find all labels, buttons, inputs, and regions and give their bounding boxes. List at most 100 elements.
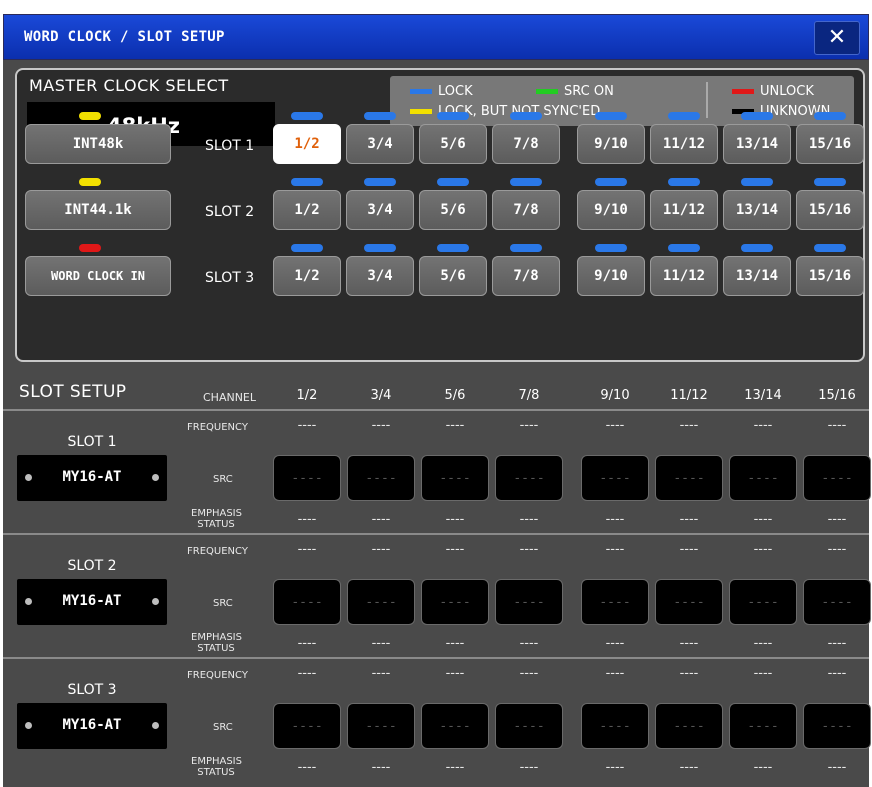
frequency-value: ---- — [753, 542, 773, 557]
frequency-value: ---- — [297, 666, 317, 681]
channel-lock-indicator — [437, 244, 469, 252]
emphasis-status-label: EMPHASIS STATUS — [191, 632, 242, 654]
channel-lock-indicator — [291, 112, 323, 120]
emphasis-value: ---- — [297, 760, 317, 775]
slot-name: SLOT 1 — [67, 434, 117, 450]
legend-unlock-swatch — [732, 89, 754, 94]
emphasis-value: ---- — [827, 636, 847, 651]
channel-lock-indicator — [741, 244, 773, 252]
slot-channel-button[interactable]: 3/4 — [346, 124, 414, 164]
title-bar: WORD CLOCK / SLOT SETUP ✕ — [3, 14, 869, 60]
slot-channel-button[interactable]: 13/14 — [723, 190, 791, 230]
dialog-body: MASTER CLOCK SELECT 48kHz LOCK SRC ON LO… — [3, 60, 871, 787]
frequency-value: ---- — [297, 542, 317, 557]
frequency-label: FREQUENCY — [187, 422, 248, 433]
legend-lock: LOCK — [410, 84, 473, 99]
slot-channel-button[interactable]: 9/10 — [577, 124, 645, 164]
src-button[interactable]: ---- — [273, 455, 341, 501]
src-button[interactable]: ---- — [273, 579, 341, 625]
src-button[interactable]: ---- — [581, 703, 649, 749]
slot-channel-button[interactable]: 5/6 — [419, 256, 487, 296]
src-button[interactable]: ---- — [803, 579, 871, 625]
src-button[interactable]: ---- — [421, 579, 489, 625]
slot-channel-button[interactable]: 15/16 — [796, 124, 864, 164]
emphasis-value: ---- — [371, 636, 391, 651]
src-button[interactable]: ---- — [729, 455, 797, 501]
src-button[interactable]: ---- — [729, 579, 797, 625]
frequency-value: ---- — [445, 666, 465, 681]
slot-channel-button[interactable]: 15/16 — [796, 256, 864, 296]
src-button[interactable]: ---- — [495, 703, 563, 749]
card-model: MY16-AT — [62, 593, 122, 609]
slot-channel-button[interactable]: 11/12 — [650, 256, 718, 296]
clock-source-button[interactable]: INT44.1k — [25, 190, 171, 230]
src-button[interactable]: ---- — [421, 455, 489, 501]
slot-channel-button[interactable]: 9/10 — [577, 256, 645, 296]
channel-header: 9/10 — [600, 388, 630, 403]
slot-label: SLOT 3 — [205, 270, 255, 286]
frequency-value: ---- — [445, 418, 465, 433]
slot-label: SLOT 2 — [205, 204, 255, 220]
status-label: STATUS — [197, 519, 235, 530]
slot-channel-button[interactable]: 1/2 — [273, 124, 341, 164]
master-clock-panel: MASTER CLOCK SELECT 48kHz LOCK SRC ON LO… — [15, 68, 865, 362]
src-button[interactable]: ---- — [729, 703, 797, 749]
clock-source-button[interactable]: WORD CLOCK IN — [25, 256, 171, 296]
frequency-value: ---- — [753, 418, 773, 433]
slot-channel-button[interactable]: 11/12 — [650, 124, 718, 164]
slot-channel-button[interactable]: 1/2 — [273, 190, 341, 230]
slot-name: SLOT 3 — [67, 682, 117, 698]
slot-channel-button[interactable]: 1/2 — [273, 256, 341, 296]
frequency-value: ---- — [605, 418, 625, 433]
src-button[interactable]: ---- — [495, 579, 563, 625]
legend-src-on: SRC ON — [536, 84, 614, 99]
slot-channel-button[interactable]: 15/16 — [796, 190, 864, 230]
slot-channel-button[interactable]: 13/14 — [723, 256, 791, 296]
src-button[interactable]: ---- — [347, 579, 415, 625]
src-button[interactable]: ---- — [803, 703, 871, 749]
channel-lock-indicator — [668, 244, 700, 252]
card-model: MY16-AT — [62, 717, 122, 733]
src-button[interactable]: ---- — [347, 703, 415, 749]
src-button[interactable]: ---- — [803, 455, 871, 501]
emphasis-value: ---- — [445, 760, 465, 775]
channel-header: 15/16 — [818, 388, 856, 403]
emphasis-value: ---- — [827, 760, 847, 775]
src-button[interactable]: ---- — [347, 455, 415, 501]
channel-lock-indicator — [364, 178, 396, 186]
src-button[interactable]: ---- — [495, 455, 563, 501]
legend-lock-swatch — [410, 89, 432, 94]
slot-channel-button[interactable]: 3/4 — [346, 256, 414, 296]
channel-label: CHANNEL — [203, 391, 257, 404]
clock-source-button[interactable]: INT48k — [25, 124, 171, 164]
slot-channel-button[interactable]: 13/14 — [723, 124, 791, 164]
slot-channel-button[interactable]: 7/8 — [492, 256, 560, 296]
channel-lock-indicator — [595, 178, 627, 186]
slot-channel-button[interactable]: 5/6 — [419, 124, 487, 164]
slot-channel-button[interactable]: 7/8 — [492, 190, 560, 230]
channel-header: 1/2 — [296, 388, 318, 403]
slot-channel-button[interactable]: 3/4 — [346, 190, 414, 230]
src-button[interactable]: ---- — [273, 703, 341, 749]
src-button[interactable]: ---- — [655, 703, 723, 749]
src-button[interactable]: ---- — [655, 455, 723, 501]
channel-lock-indicator — [364, 244, 396, 252]
frequency-value: ---- — [679, 666, 699, 681]
emphasis-value: ---- — [297, 636, 317, 651]
slot-channel-button[interactable]: 5/6 — [419, 190, 487, 230]
emphasis-value: ---- — [605, 636, 625, 651]
channel-lock-indicator — [291, 244, 323, 252]
src-button[interactable]: ---- — [421, 703, 489, 749]
slot-channel-button[interactable]: 11/12 — [650, 190, 718, 230]
frequency-value: ---- — [519, 418, 539, 433]
src-button[interactable]: ---- — [581, 579, 649, 625]
channel-lock-indicator — [741, 112, 773, 120]
slot-channel-button[interactable]: 7/8 — [492, 124, 560, 164]
emphasis-label: EMPHASIS — [191, 632, 242, 643]
close-button[interactable]: ✕ — [814, 21, 860, 55]
src-button[interactable]: ---- — [655, 579, 723, 625]
status-label: STATUS — [197, 643, 235, 654]
legend-src-on-label: SRC ON — [564, 84, 614, 99]
slot-channel-button[interactable]: 9/10 — [577, 190, 645, 230]
src-button[interactable]: ---- — [581, 455, 649, 501]
